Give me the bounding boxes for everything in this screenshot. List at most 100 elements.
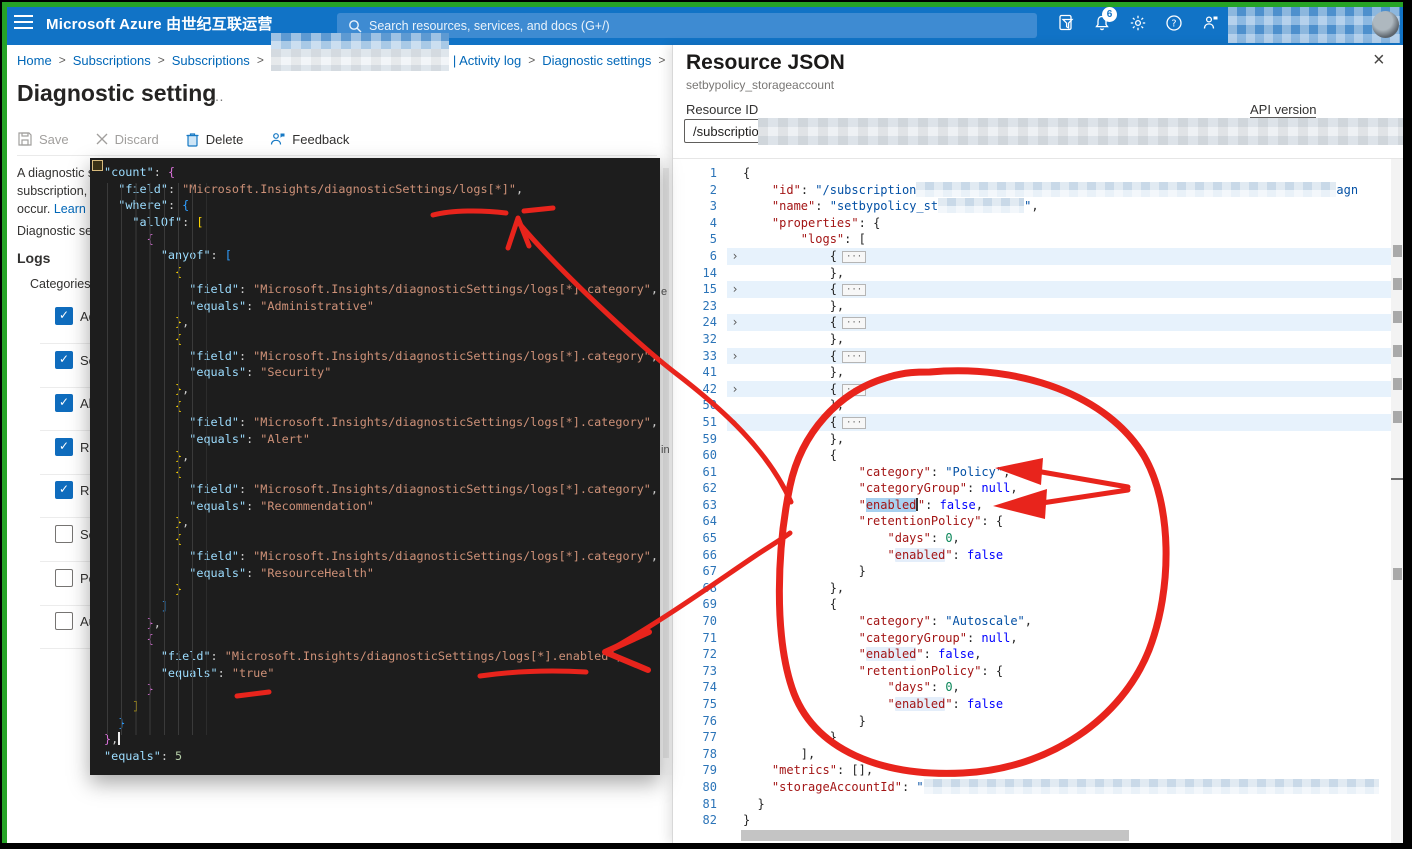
panel-subtitle: setbypolicy_storageaccount <box>686 78 834 92</box>
category-checkbox[interactable] <box>55 612 73 630</box>
feedback-person-icon[interactable] <box>1192 6 1228 39</box>
frame-border-right <box>1403 0 1412 849</box>
title-context-menu[interactable]: … <box>210 88 225 104</box>
json-code-line: 42› {··· <box>673 381 1404 398</box>
line-number: 61 <box>673 464 727 481</box>
policy-code-line: { <box>104 264 660 281</box>
category-checkbox[interactable]: ✓ <box>55 481 73 499</box>
fold-chevron-icon[interactable]: › <box>727 281 743 298</box>
line-number: 32 <box>673 331 727 348</box>
line-number: 71 <box>673 630 727 647</box>
close-icon[interactable]: × <box>1373 49 1385 72</box>
line-number: 63 <box>673 497 727 514</box>
policy-code-line: { <box>104 631 660 648</box>
fold-chevron-icon[interactable]: › <box>727 248 743 265</box>
json-code-line: 24› {··· <box>673 314 1404 331</box>
page-scrollbar[interactable] <box>663 168 669 758</box>
json-code-line: 66 "enabled": false <box>673 547 1404 564</box>
line-number: 67 <box>673 563 727 580</box>
policy-code-line: }, <box>104 731 660 748</box>
category-checkbox[interactable]: ✓ <box>55 438 73 456</box>
fold-chevron-icon[interactable]: › <box>727 348 743 365</box>
resource-json-panel: Resource JSON × setbypolicy_storageaccou… <box>672 45 1404 843</box>
json-code-line: 80 "storageAccountId": " <box>673 779 1404 796</box>
policy-code-line: "equals": "ResourceHealth" <box>104 565 660 582</box>
policy-code-line: }, <box>104 381 660 398</box>
avatar[interactable] <box>1372 11 1399 38</box>
resource-id-label: Resource ID <box>686 102 758 117</box>
json-code-line: 32 }, <box>673 331 1404 348</box>
fold-chevron-icon[interactable]: › <box>727 314 743 331</box>
azure-portal-screenshot: Microsoft Azure 由世纪互联运营 Search resources… <box>0 0 1412 849</box>
breadcrumb-link[interactable]: | Activity log <box>453 53 521 68</box>
settings-gear-icon[interactable] <box>1120 6 1156 39</box>
line-number: 60 <box>673 447 727 464</box>
json-code-line: 2 "id": "/subscriptionagn <box>673 182 1404 199</box>
fold-chevron-icon[interactable]: › <box>727 381 743 398</box>
policy-code-line: "allOf": [ <box>104 214 660 231</box>
feedback-button[interactable]: Feedback <box>269 131 349 147</box>
azure-brand-title: Microsoft Azure 由世纪互联运营 <box>46 13 273 34</box>
json-code-line: 75 "enabled": false <box>673 696 1404 713</box>
policy-json-editor[interactable]: "count": { "field": "Microsoft.Insights/… <box>90 158 660 775</box>
policy-code-line: }, <box>104 615 660 632</box>
category-checkbox[interactable] <box>55 569 73 587</box>
policy-code-line: "field": "Microsoft.Insights/diagnosticS… <box>104 348 660 365</box>
line-number: 4 <box>673 215 727 232</box>
diagnostic-setting-form: A diagnostic se subscription, a occur. L… <box>0 160 90 849</box>
line-number: 81 <box>673 796 727 813</box>
logs-section-label: Logs <box>17 250 50 266</box>
line-number: 77 <box>673 729 727 746</box>
policy-code-line: { <box>104 531 660 548</box>
category-checkbox[interactable] <box>55 525 73 543</box>
frame-border-bottom <box>0 843 1412 849</box>
help-icon[interactable]: ? <box>1156 6 1192 39</box>
page-title: Diagnostic setting <box>17 80 216 107</box>
line-number: 59 <box>673 431 727 448</box>
categories-label: Categories <box>30 277 90 291</box>
hamburger-menu-icon[interactable] <box>14 15 33 30</box>
policy-code-line: "equals": 5 <box>104 748 660 765</box>
policy-code-line: } <box>104 581 660 598</box>
category-label: Rec <box>80 440 90 455</box>
line-number: 68 <box>673 580 727 597</box>
line-number: 3 <box>673 198 727 215</box>
discard-button[interactable]: Discard <box>95 132 159 147</box>
line-number: 24 <box>673 314 727 331</box>
horizontal-scrollbar[interactable] <box>741 830 1129 841</box>
breadcrumb-link[interactable]: Diagnostic settings <box>542 53 651 68</box>
policy-code-line: "field": "Microsoft.Insights/diagnosticS… <box>104 281 660 298</box>
line-number: 66 <box>673 547 727 564</box>
category-checkbox[interactable]: ✓ <box>55 351 73 369</box>
policy-code-line: "count": { <box>104 164 660 181</box>
policy-code-line: "field": "Microsoft.Insights/diagnosticS… <box>104 548 660 565</box>
save-button[interactable]: Save <box>17 131 69 147</box>
breadcrumb-link[interactable]: Subscriptions <box>172 53 250 68</box>
resource-id-redacted <box>758 118 1404 145</box>
breadcrumb-link[interactable]: Home <box>17 53 52 68</box>
policy-code-line: "equals": "Administrative" <box>104 298 660 315</box>
resource-json-editor[interactable]: 1{2 "id": "/subscriptionagn3 "name": "se… <box>673 158 1404 844</box>
policy-code-line: "anyof": [ <box>104 247 660 264</box>
learn-more-link[interactable]: Learn m <box>54 202 90 216</box>
notifications-bell-icon[interactable]: 6 <box>1084 6 1120 39</box>
category-row: Aut <box>40 605 90 649</box>
category-checkbox[interactable]: ✓ <box>55 394 73 412</box>
policy-code-line: }, <box>104 514 660 531</box>
directory-filter-icon[interactable] <box>1048 6 1084 39</box>
json-code-line: 6› {··· <box>673 248 1404 265</box>
line-number: 62 <box>673 480 727 497</box>
line-number: 64 <box>673 513 727 530</box>
line-number: 2 <box>673 182 727 199</box>
line-number: 74 <box>673 679 727 696</box>
delete-button[interactable]: Delete <box>185 131 244 147</box>
panel-title: Resource JSON <box>686 51 845 75</box>
json-code-line: 4 "properties": { <box>673 215 1404 232</box>
breadcrumb-link[interactable]: Subscriptions <box>73 53 151 68</box>
api-version-label[interactable]: API version <box>1250 102 1316 118</box>
fold-chevron-icon[interactable]: › <box>727 414 743 431</box>
policy-code-line: "equals": "Alert" <box>104 431 660 448</box>
frame-green-left <box>2 2 7 843</box>
chevron-right-icon: > <box>257 53 264 67</box>
category-checkbox[interactable]: ✓ <box>55 307 73 325</box>
